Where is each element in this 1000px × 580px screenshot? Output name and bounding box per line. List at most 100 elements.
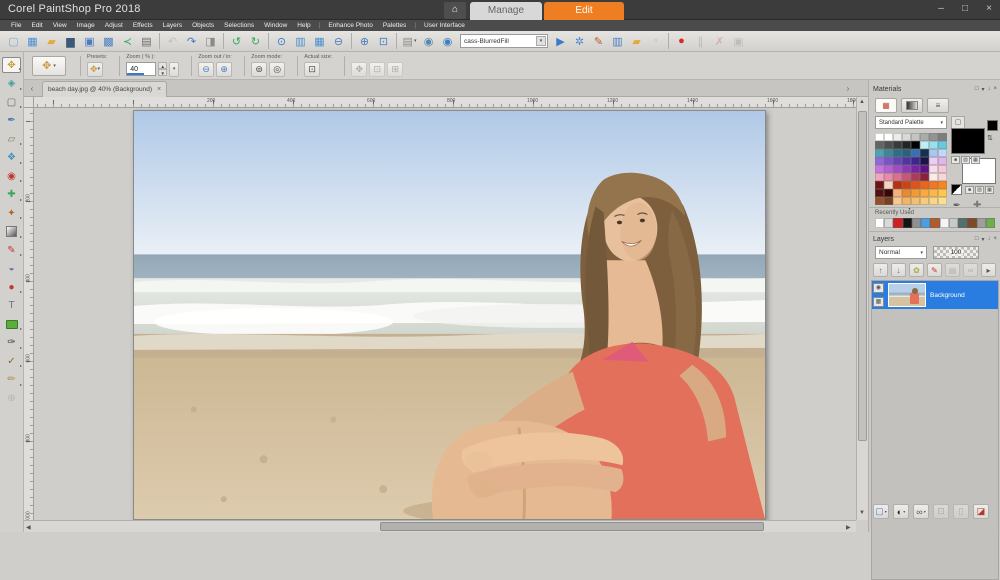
zoom-out-button[interactable]: ⊖ <box>329 33 348 50</box>
fg-color-style-button[interactable]: ■ <box>951 156 960 164</box>
minimize-icon[interactable]: – <box>934 2 948 16</box>
save-as-button[interactable]: ▩ <box>99 33 118 50</box>
materials-auto-hide-pin-icon[interactable]: ↓ <box>987 86 990 93</box>
color-swatch[interactable] <box>902 157 911 165</box>
zoom-out-tool-button[interactable]: ⊖ <box>198 62 214 77</box>
color-swatch[interactable] <box>920 173 929 181</box>
dropper-icon[interactable]: ✒ <box>953 200 961 211</box>
vertical-scrollbar[interactable]: ▲ ▼ <box>856 97 868 520</box>
color-swatch[interactable] <box>884 157 893 165</box>
canvas-viewport[interactable] <box>34 108 856 520</box>
recent-color-chip[interactable] <box>949 218 958 228</box>
color-swatch[interactable] <box>911 197 920 205</box>
layer-visibility-icon[interactable]: ◉ <box>873 283 884 293</box>
materials-float-panel-icon[interactable]: □ <box>975 86 979 93</box>
color-swatch[interactable] <box>893 133 902 141</box>
rainbow-tab[interactable]: ≡ <box>927 98 949 113</box>
horizontal-scroll-thumb[interactable] <box>380 522 764 531</box>
color-swatch[interactable] <box>875 197 884 205</box>
pan-mode-button[interactable]: ✥ <box>351 62 367 77</box>
foreground-mini-swatch[interactable] <box>987 120 998 131</box>
redo-button[interactable]: ↷ <box>182 33 201 50</box>
color-changer-tool[interactable]: ●▸ <box>2 279 21 295</box>
smart-selection-brush-tool[interactable]: ❖▸ <box>2 150 21 166</box>
spin-up-icon[interactable]: ▲ <box>158 62 167 69</box>
copy-special-button[interactable]: ▤▾ <box>400 33 419 50</box>
edit-selection-button[interactable]: ✎ <box>927 263 942 277</box>
color-swatch[interactable] <box>875 141 884 149</box>
menu-objects[interactable]: Objects <box>187 22 219 29</box>
workspace-tab-edit[interactable]: Edit <box>544 2 624 20</box>
script-output-button[interactable]: ▥ <box>608 33 627 50</box>
new-adjustment-layer-button[interactable]: ◐▾ <box>893 504 909 519</box>
delete-layer-button[interactable]: ▯ <box>953 504 969 519</box>
menu-image[interactable]: Image <box>72 22 100 29</box>
undo-button[interactable]: ↶ <box>163 33 182 50</box>
color-swatch[interactable] <box>920 141 929 149</box>
swap-colors-icon[interactable]: ⇅ <box>987 134 993 142</box>
interactive-playback-button[interactable]: ▫ <box>646 33 665 50</box>
color-swatch[interactable] <box>911 141 920 149</box>
recent-color-chip[interactable] <box>986 218 995 228</box>
home-button[interactable]: ⌂ <box>444 2 466 19</box>
dual-view-button[interactable]: ▦ <box>310 33 329 50</box>
color-swatch[interactable] <box>920 189 929 197</box>
zoom-in-button[interactable]: ⊕ <box>355 33 374 50</box>
color-swatch[interactable] <box>902 173 911 181</box>
print-button[interactable]: ▤ <box>137 33 156 50</box>
close-icon[interactable]: × <box>982 2 996 16</box>
color-swatch[interactable] <box>938 181 947 189</box>
color-swatch[interactable] <box>875 173 884 181</box>
recent-color-chip[interactable] <box>912 218 921 228</box>
flyout-arrow-icon[interactable]: ▸ <box>20 345 22 350</box>
flyout-arrow-icon[interactable]: ▸ <box>20 252 22 257</box>
review-palette-button[interactable]: ▥ <box>291 33 310 50</box>
capture-setup-button[interactable]: ◉ <box>419 33 438 50</box>
makeover-tool[interactable]: ✚▸ <box>2 187 21 203</box>
color-swatch[interactable] <box>920 197 929 205</box>
text-tool[interactable]: T <box>2 298 21 314</box>
pan-tool[interactable]: ✥▸ <box>2 57 21 73</box>
menu-adjust[interactable]: Adjust <box>100 22 128 29</box>
flyout-arrow-icon[interactable]: ▸ <box>20 197 22 202</box>
color-swatch[interactable] <box>893 165 902 173</box>
color-swatch[interactable] <box>938 165 947 173</box>
tab-close-icon[interactable]: × <box>157 86 161 93</box>
black-white-reset-swatch[interactable] <box>951 184 962 195</box>
bg-color-style-button[interactable]: ■ <box>965 186 974 194</box>
paint-brush-tool[interactable]: ✎▸ <box>2 242 21 258</box>
color-swatch[interactable] <box>902 181 911 189</box>
recent-color-chip[interactable] <box>893 218 902 228</box>
scroll-down-icon[interactable]: ▼ <box>859 510 865 516</box>
color-swatch[interactable] <box>920 157 929 165</box>
color-swatch[interactable] <box>902 133 911 141</box>
recent-color-chip[interactable] <box>958 218 967 228</box>
horizontal-scrollbar[interactable]: ◀ ▶ <box>24 520 856 532</box>
scroll-right-icon[interactable]: ▶ <box>846 524 851 531</box>
flyout-arrow-icon[interactable]: ▸ <box>20 326 22 331</box>
menu-user-interface[interactable]: User Interface <box>419 22 470 29</box>
fg-gradient-style-button[interactable]: ▨ <box>961 156 970 164</box>
layer-row-background[interactable]: ◉ ▦ Background <box>872 281 998 309</box>
menu-window[interactable]: Window <box>259 22 292 29</box>
picture-tube-tool[interactable]: ▸ <box>2 316 21 332</box>
fit-image-button[interactable]: ⊡ <box>374 33 393 50</box>
color-swatch[interactable] <box>893 141 902 149</box>
color-swatch[interactable] <box>884 181 893 189</box>
fit-window-button[interactable]: ⊡ <box>369 62 385 77</box>
recent-color-chip[interactable] <box>967 218 976 228</box>
share-button[interactable]: ≺ <box>118 33 137 50</box>
script-select[interactable]: cass-BlurredFill▾ <box>460 34 548 48</box>
active-tool-button[interactable]: ✥ ▾ <box>32 56 66 76</box>
color-swatch[interactable] <box>884 149 893 157</box>
menu-edit[interactable]: Edit <box>26 22 47 29</box>
dropper-tool[interactable]: ✒ <box>2 113 21 129</box>
fg-pattern-style-button[interactable]: ▦ <box>971 156 980 164</box>
flyout-arrow-icon[interactable]: ▸ <box>20 234 22 239</box>
color-swatch[interactable] <box>902 165 911 173</box>
gradient-fill-tool[interactable]: ▸ <box>2 224 21 240</box>
layers-close-panel-icon[interactable]: × <box>993 236 997 243</box>
color-swatch[interactable] <box>911 165 920 173</box>
restore-icon[interactable]: □ <box>958 2 972 16</box>
flyout-arrow-icon[interactable]: ▸ <box>20 86 22 91</box>
